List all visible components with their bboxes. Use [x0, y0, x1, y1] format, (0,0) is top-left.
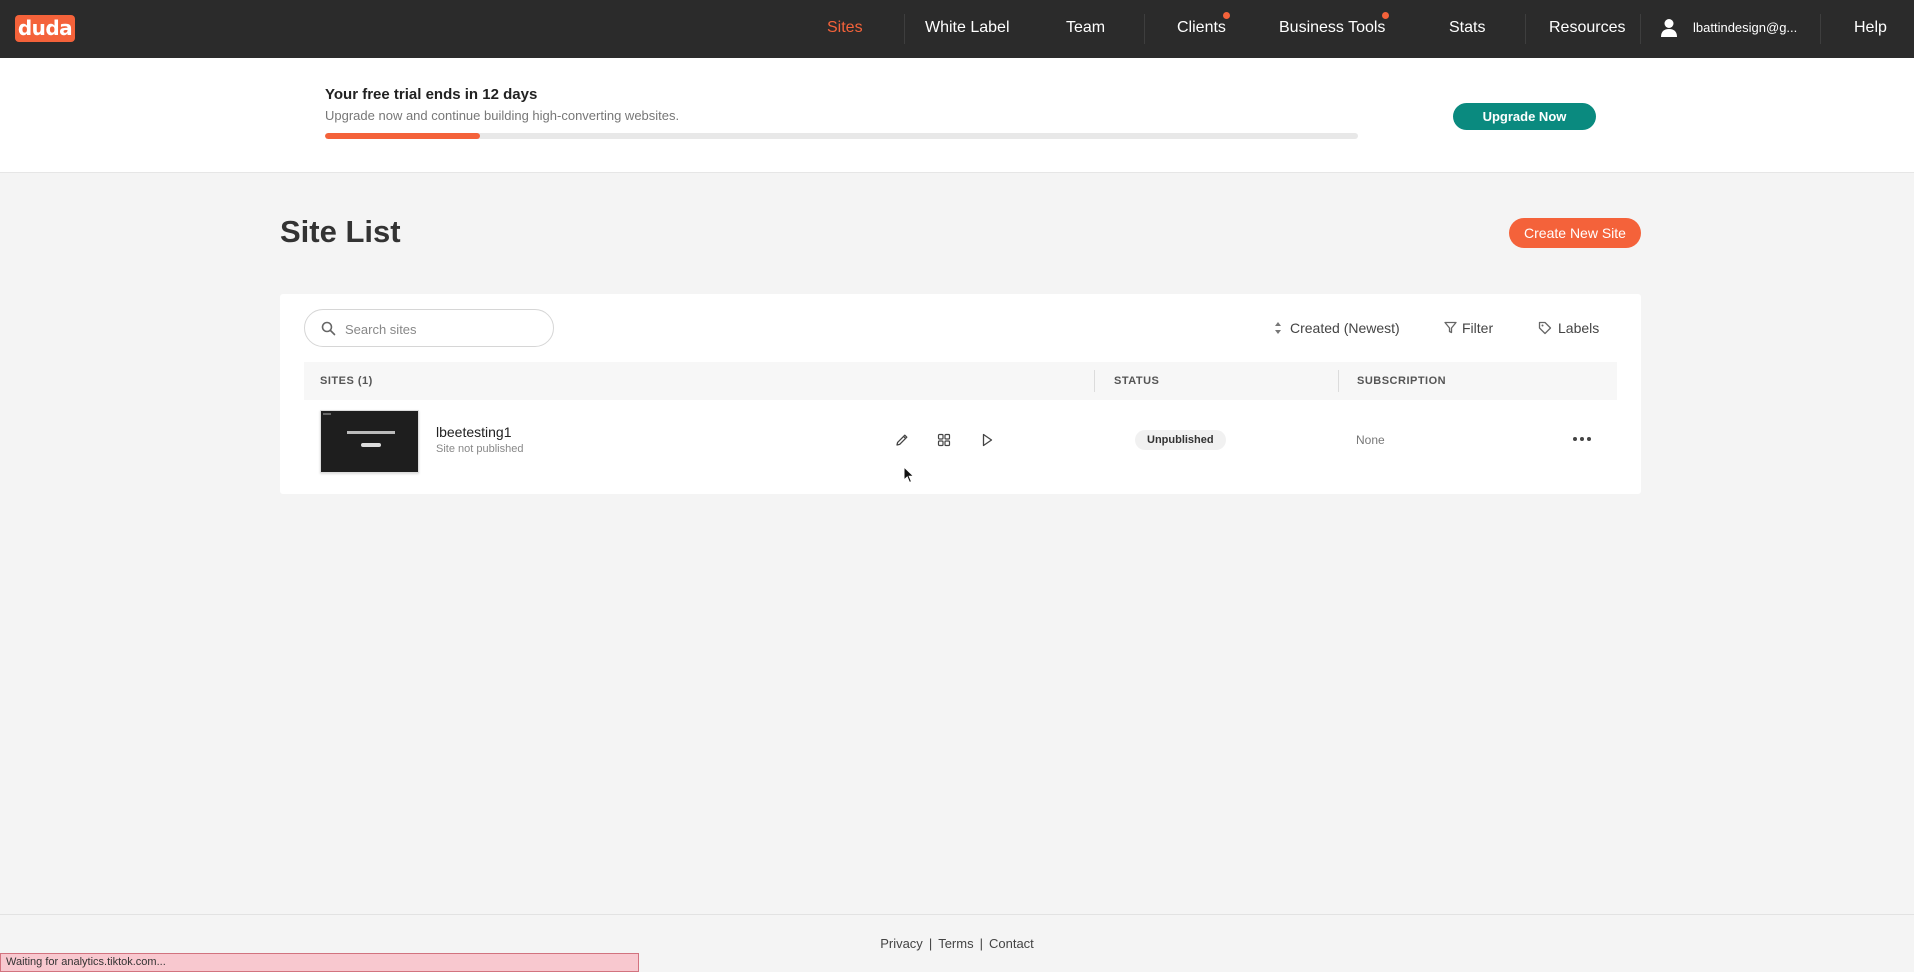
nav-help[interactable]: Help: [1854, 0, 1887, 58]
grid-icon[interactable]: [936, 432, 952, 448]
terms-link[interactable]: Terms: [938, 936, 973, 951]
filter-icon: [1444, 321, 1457, 334]
labels-label: Labels: [1558, 320, 1600, 336]
sort-icon: [1275, 322, 1281, 334]
nav-divider: [1144, 14, 1145, 44]
trial-banner: Your free trial ends in 12 days Upgrade …: [0, 58, 1914, 173]
column-header-sites: SITES (1): [320, 375, 373, 387]
browser-status-bar: Waiting for analytics.tiktok.com...: [0, 953, 639, 972]
column-divider: [1094, 370, 1095, 392]
tag-icon: [1538, 321, 1552, 335]
site-thumbnail[interactable]: [320, 410, 419, 473]
top-navigation: duda Sites White Label Team Clients Busi…: [0, 0, 1914, 58]
nav-divider: [1820, 14, 1821, 44]
search-icon: [321, 321, 336, 336]
footer-divider: [0, 914, 1914, 915]
table-header: SITES (1) STATUS SUBSCRIPTION: [304, 362, 1617, 400]
filter-label: Filter: [1462, 320, 1494, 336]
footer: Privacy | Terms | Contact: [0, 936, 1914, 951]
column-header-status: STATUS: [1114, 375, 1160, 387]
nav-business-tools[interactable]: Business Tools: [1279, 0, 1385, 58]
subscription-value: None: [1356, 433, 1385, 447]
site-list-card: Created (Newest) Filter Labels SITES (1)…: [280, 294, 1641, 494]
nav-resources[interactable]: Resources: [1549, 0, 1625, 58]
nav-divider: [1640, 14, 1641, 44]
business-tools-notification-dot: [1382, 12, 1389, 19]
search-box[interactable]: [304, 309, 554, 347]
nav-sites[interactable]: Sites: [827, 0, 863, 58]
edit-icon[interactable]: [894, 432, 910, 448]
user-icon[interactable]: [1660, 18, 1678, 38]
duda-logo[interactable]: duda: [15, 15, 75, 42]
mouse-cursor-icon: [903, 466, 915, 484]
trial-subtitle: Upgrade now and continue building high-c…: [325, 108, 680, 123]
site-name[interactable]: lbeetesting1: [436, 424, 512, 440]
filter-button[interactable]: Filter: [1444, 317, 1504, 339]
column-divider: [1338, 370, 1339, 392]
page-title: Site List: [280, 214, 401, 249]
clients-notification-dot: [1223, 12, 1230, 19]
contact-link[interactable]: Contact: [989, 936, 1034, 951]
table-row[interactable]: lbeetesting1 Site not published Unpublis…: [304, 400, 1617, 486]
nav-divider: [1525, 14, 1526, 44]
column-header-subscription: SUBSCRIPTION: [1357, 375, 1447, 387]
trial-progress-bar: [325, 133, 1358, 139]
nav-divider: [904, 14, 905, 44]
labels-button[interactable]: Labels: [1538, 317, 1608, 339]
site-publish-state: Site not published: [436, 443, 524, 455]
status-badge: Unpublished: [1135, 430, 1226, 450]
trial-title: Your free trial ends in 12 days: [325, 86, 538, 103]
preview-icon[interactable]: [979, 432, 995, 448]
sort-dropdown[interactable]: Created (Newest): [1274, 317, 1404, 339]
user-account-menu[interactable]: lbattindesign@g...: [1693, 0, 1797, 58]
footer-separator: |: [979, 936, 983, 951]
nav-white-label[interactable]: White Label: [925, 0, 1010, 58]
upgrade-now-button[interactable]: Upgrade Now: [1453, 103, 1596, 130]
nav-team[interactable]: Team: [1066, 0, 1105, 58]
create-new-site-button[interactable]: Create New Site: [1509, 218, 1641, 248]
search-input[interactable]: [345, 319, 545, 339]
trial-progress-fill: [325, 133, 480, 139]
sort-label: Created (Newest): [1290, 320, 1400, 336]
footer-separator: |: [928, 936, 933, 951]
privacy-link[interactable]: Privacy: [880, 936, 923, 951]
nav-clients[interactable]: Clients: [1177, 0, 1226, 58]
more-options-icon[interactable]: [1571, 431, 1593, 447]
nav-stats[interactable]: Stats: [1449, 0, 1485, 58]
